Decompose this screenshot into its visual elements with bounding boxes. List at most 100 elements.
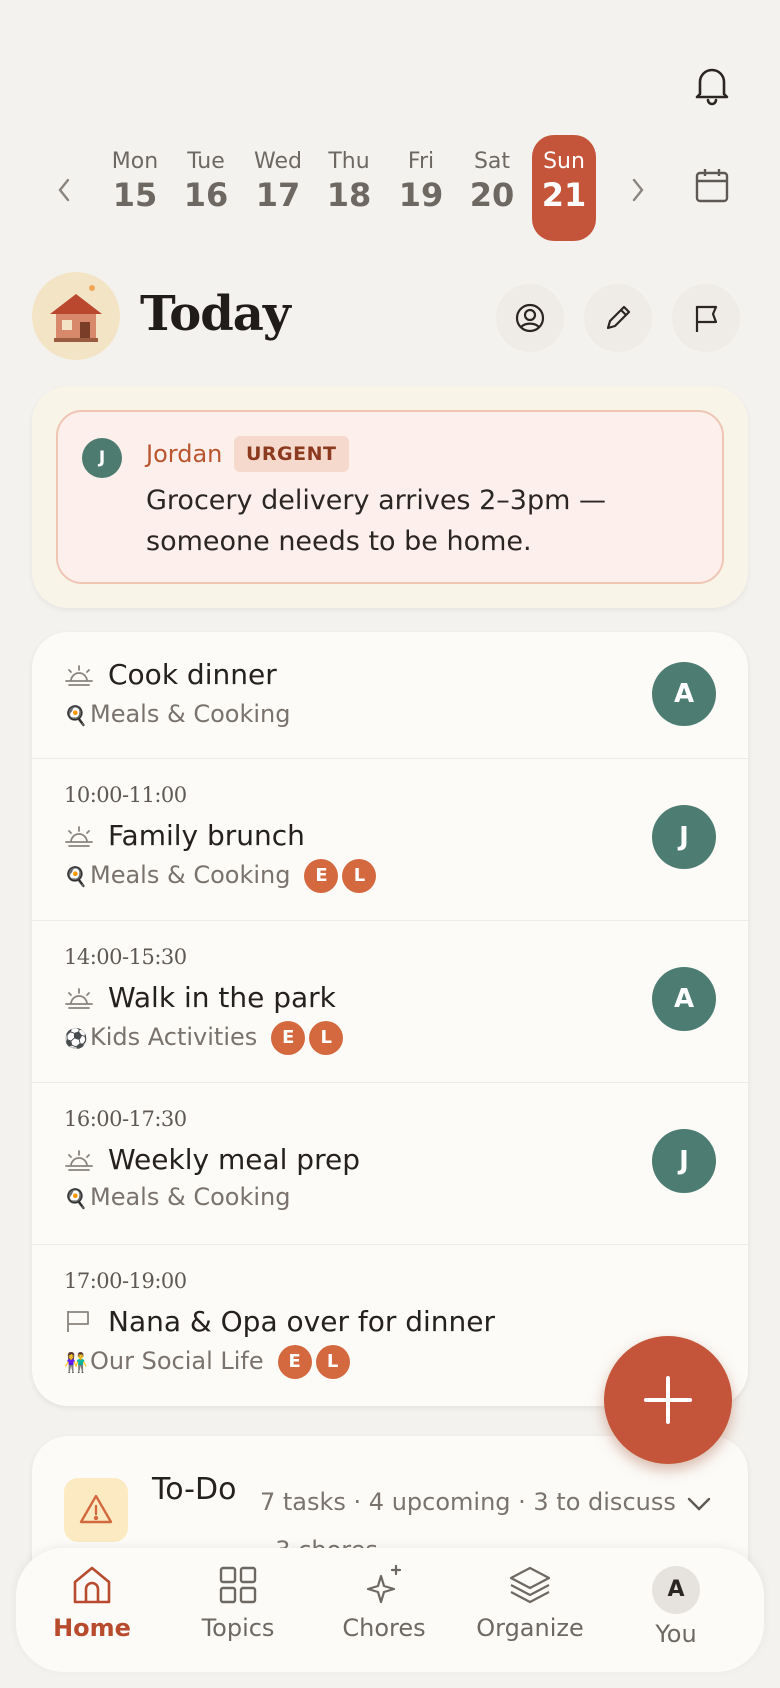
event-time: 17:00-19:00 (64, 1269, 187, 1293)
nav-label: Home (53, 1614, 131, 1642)
chevron-down-icon[interactable] (684, 1492, 714, 1516)
day-number: 18 (326, 176, 372, 214)
home-icon (73, 1566, 111, 1604)
edit-button[interactable] (584, 284, 652, 352)
warning-icon (64, 1478, 128, 1542)
grid-icon (219, 1566, 257, 1604)
day-number: 19 (398, 176, 444, 214)
calendar-icon[interactable] (692, 165, 732, 205)
assignee-avatar[interactable]: A (652, 967, 716, 1031)
sunrise-icon (65, 826, 93, 847)
week-strip: Mon 15 Tue 16 Wed 17 Thu 18 Fri 19 Sat 2… (0, 135, 780, 245)
day-number: 15 (112, 176, 158, 214)
event-title: Walk in the park (108, 981, 336, 1014)
avatar: A (652, 1566, 700, 1614)
pencil-icon (606, 305, 631, 330)
event-title: Nana & Opa over for dinner (108, 1305, 496, 1338)
day-number: 20 (469, 176, 515, 214)
participant-avatar: L (315, 1345, 350, 1379)
todo-title: To-Do (152, 1472, 237, 1507)
flag-button[interactable] (672, 284, 740, 352)
event-item[interactable]: Cook dinner 🍳Meals & Cooking A (32, 632, 748, 758)
flag-icon (67, 1311, 89, 1332)
day-sun-selected[interactable]: Sun 21 (532, 135, 596, 241)
category-emoji: 👫 (64, 1352, 88, 1374)
nav-chores[interactable]: Chores (314, 1558, 454, 1662)
participant-avatar: E (277, 1345, 312, 1379)
day-number: 16 (183, 176, 229, 214)
category-emoji: 🍳 (64, 705, 88, 727)
urgent-badge: URGENT (234, 436, 349, 472)
day-name: Sun (543, 149, 585, 174)
notifications-bell-icon[interactable] (688, 60, 736, 108)
avatar: J (82, 438, 122, 478)
category-label: Meals & Cooking (90, 700, 291, 728)
sender-name: Jordan (146, 440, 223, 468)
day-number: 21 (541, 176, 587, 214)
sunrise-icon (65, 665, 93, 686)
participant-avatar: E (271, 1021, 306, 1055)
day-name: Thu (328, 149, 370, 174)
urgent-message: J Jordan URGENT Grocery delivery arrives… (56, 410, 724, 584)
plus-icon (644, 1376, 692, 1424)
house-illustration-icon (32, 272, 120, 360)
page-title: Today (140, 286, 291, 342)
day-fri[interactable]: Fri 19 (389, 135, 453, 241)
event-category: 🍳Meals & Cooking (64, 1183, 290, 1211)
urgent-text: Grocery delivery arrives 2–3pm — someone… (146, 485, 606, 557)
event-item[interactable]: 10:00-11:00 Family brunch 🍳Meals & Cooki… (32, 758, 748, 920)
day-sat[interactable]: Sat 20 (460, 135, 524, 241)
event-title: Cook dinner (108, 658, 277, 691)
sunrise-icon (65, 988, 93, 1009)
previous-week-chevron-icon[interactable] (52, 175, 78, 205)
sparkle-icon (366, 1564, 402, 1604)
bottom-nav: Home Topics Chores Organize A You (16, 1548, 764, 1672)
events-list: Cook dinner 🍳Meals & Cooking A 10:00-11:… (32, 632, 748, 1406)
nav-organize[interactable]: Organize (460, 1558, 600, 1662)
event-item[interactable]: 16:00-17:30 Weekly meal prep 🍳Meals & Co… (32, 1082, 748, 1244)
assignee-avatar[interactable]: A (652, 662, 716, 726)
category-emoji: 🍳 (64, 1188, 88, 1210)
event-title: Weekly meal prep (108, 1143, 360, 1176)
sunrise-icon (65, 1150, 93, 1171)
profile-button[interactable] (496, 284, 564, 352)
nav-label: Topics (201, 1614, 275, 1642)
day-thu[interactable]: Thu 18 (317, 135, 381, 241)
day-name: Fri (407, 149, 435, 174)
user-circle-icon (515, 303, 545, 333)
day-tue[interactable]: Tue 16 (174, 135, 238, 241)
day-name: Sat (473, 149, 511, 174)
participant-avatar: E (304, 859, 339, 893)
category-label: Kids Activities (90, 1023, 258, 1051)
add-button[interactable] (604, 1336, 732, 1464)
day-name: Wed (254, 149, 302, 174)
event-category: ⚽Kids Activities E L (64, 1021, 344, 1055)
assignee-avatar[interactable]: J (652, 805, 716, 869)
event-item[interactable]: 14:00-15:30 Walk in the park ⚽Kids Activ… (32, 920, 748, 1082)
nav-label: Chores (342, 1614, 426, 1642)
flag-icon (695, 305, 718, 332)
day-number: 17 (255, 176, 301, 214)
category-emoji: 🍳 (64, 866, 88, 888)
category-label: Meals & Cooking (90, 1183, 291, 1211)
event-time: 16:00-17:30 (64, 1107, 187, 1131)
event-category: 👫Our Social Life E L (64, 1345, 350, 1379)
assignee-avatar[interactable]: J (652, 1129, 716, 1193)
nav-topics[interactable]: Topics (168, 1558, 308, 1662)
urgent-message-card[interactable]: J Jordan URGENT Grocery delivery arrives… (32, 386, 748, 608)
day-mon[interactable]: Mon 15 (103, 135, 167, 241)
nav-home[interactable]: Home (22, 1558, 162, 1662)
category-emoji: ⚽ (64, 1028, 88, 1050)
next-week-chevron-icon[interactable] (624, 175, 650, 205)
event-time: 14:00-15:30 (64, 945, 187, 969)
category-label: Our Social Life (90, 1347, 264, 1375)
event-title: Family brunch (108, 819, 305, 852)
participant-avatar: L (309, 1021, 344, 1055)
day-wed[interactable]: Wed 17 (246, 135, 310, 241)
event-category: 🍳Meals & Cooking (64, 700, 290, 728)
event-time: 10:00-11:00 (64, 783, 187, 807)
day-name: Tue (187, 149, 225, 174)
nav-you[interactable]: A You (606, 1558, 746, 1662)
nav-label: You (655, 1620, 697, 1648)
event-category: 🍳Meals & Cooking E L (64, 859, 377, 893)
